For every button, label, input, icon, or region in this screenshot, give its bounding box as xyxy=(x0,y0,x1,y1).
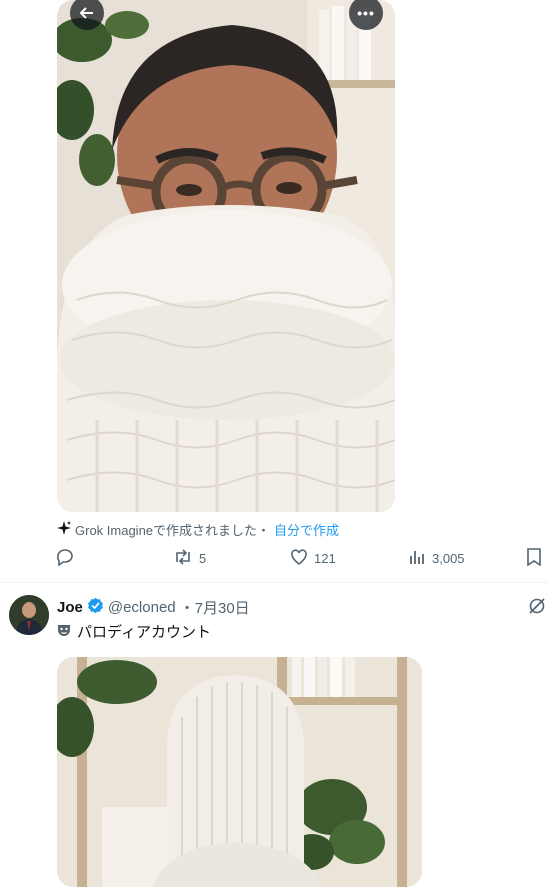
like-button[interactable]: 121 xyxy=(290,548,336,569)
retweet-count: 5 xyxy=(199,551,207,566)
reply-icon xyxy=(56,548,74,569)
post-date[interactable]: ・7月30日 xyxy=(180,597,250,618)
parody-label: パロディアカウント xyxy=(57,621,211,642)
grok-attribution: Grok Imagineで作成されました・ 自分で作成 xyxy=(57,520,339,539)
action-bar: 5 121 3,005 xyxy=(52,548,548,572)
post-header: Joe @ecloned ・7月30日 xyxy=(57,597,250,618)
heart-icon xyxy=(290,548,308,569)
reply-button[interactable] xyxy=(56,548,74,569)
view-count: 3,005 xyxy=(432,551,465,566)
retweet-icon xyxy=(173,548,193,569)
grok-text: Grok Imagineで作成されました・ xyxy=(75,523,271,538)
grok-actions-button[interactable] xyxy=(528,597,546,620)
display-name[interactable]: Joe xyxy=(57,599,83,616)
post-image[interactable]: ••• xyxy=(57,0,395,512)
user-handle[interactable]: @ecloned xyxy=(108,599,176,616)
parody-text: パロディアカウント xyxy=(77,624,211,641)
post-image[interactable] xyxy=(57,657,422,887)
ellipsis-icon: ••• xyxy=(357,5,375,21)
bookmark-button[interactable] xyxy=(526,548,542,569)
retweet-button[interactable]: 5 xyxy=(173,548,206,569)
arrow-left-icon xyxy=(79,5,95,21)
create-yourself-link[interactable]: 自分で作成 xyxy=(274,520,339,539)
analytics-icon xyxy=(408,548,426,569)
verified-badge-icon xyxy=(87,597,104,618)
views-button[interactable]: 3,005 xyxy=(408,548,465,569)
avatar[interactable] xyxy=(9,595,49,635)
grok-icon xyxy=(528,598,546,619)
like-count: 121 xyxy=(314,551,336,566)
mask-icon xyxy=(57,623,71,641)
bookmark-icon xyxy=(526,548,542,569)
sparkle-icon xyxy=(57,521,71,538)
post-divider xyxy=(0,582,548,583)
